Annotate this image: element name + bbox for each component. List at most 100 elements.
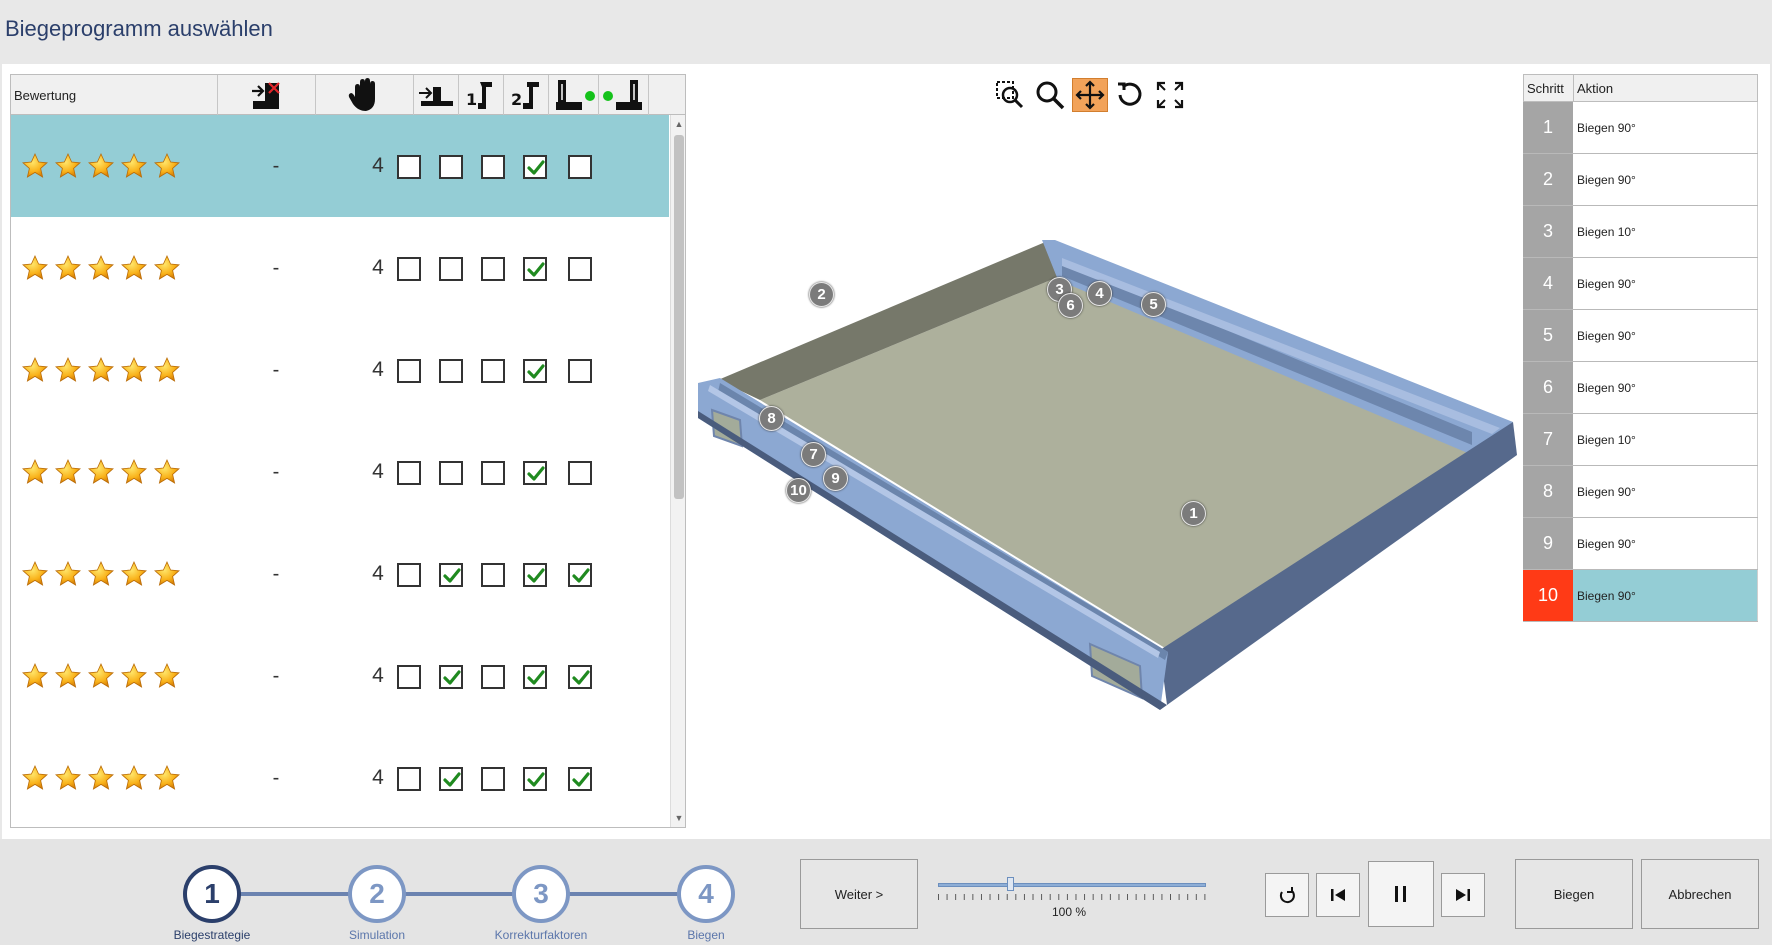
- option-checkbox[interactable]: [481, 359, 505, 383]
- star-icon: [87, 662, 115, 690]
- option-checkbox[interactable]: [523, 563, 547, 587]
- option-checkbox[interactable]: [439, 767, 463, 791]
- option-checkbox[interactable]: [439, 461, 463, 485]
- column-header-clamp-dot-left[interactable]: [599, 75, 649, 115]
- column-header-manual[interactable]: [316, 75, 414, 115]
- option-checkbox[interactable]: [481, 461, 505, 485]
- cancel-button[interactable]: Abbrechen: [1641, 859, 1759, 929]
- table-row[interactable]: -4: [11, 523, 669, 626]
- option-checkbox[interactable]: [397, 767, 421, 791]
- option-checkbox[interactable]: [523, 257, 547, 281]
- step-number: 1: [1523, 102, 1573, 153]
- star-icon: [54, 254, 82, 282]
- slider-handle[interactable]: [1007, 877, 1015, 891]
- step-row[interactable]: 10 Biegen 90°: [1523, 570, 1758, 622]
- option-checkbox[interactable]: [397, 155, 421, 179]
- option-checkbox[interactable]: [568, 257, 592, 281]
- pause-button[interactable]: [1368, 861, 1434, 927]
- step-row[interactable]: 1 Biegen 90°: [1523, 102, 1758, 154]
- wizard-step-1[interactable]: 1: [183, 865, 241, 923]
- star-icon: [87, 764, 115, 792]
- column-header-rating[interactable]: Bewertung: [11, 75, 218, 115]
- option-checkbox[interactable]: [481, 155, 505, 179]
- column-header-gripper2[interactable]: 2: [504, 75, 549, 115]
- bend-marker[interactable]: 9: [823, 466, 848, 491]
- step-action: Biegen 10°: [1573, 206, 1758, 257]
- scrollbar-thumb[interactable]: [674, 135, 684, 499]
- step-row[interactable]: 6 Biegen 90°: [1523, 362, 1758, 414]
- option-checkbox[interactable]: [397, 359, 421, 383]
- option-checkbox[interactable]: [397, 665, 421, 689]
- step-forward-button[interactable]: [1441, 873, 1485, 917]
- step-action: Biegen 10°: [1573, 414, 1758, 465]
- clamp-green-dot-icon: [555, 80, 595, 110]
- next-button[interactable]: Weiter >: [800, 859, 918, 929]
- option-checkbox[interactable]: [397, 257, 421, 281]
- step-row[interactable]: 8 Biegen 90°: [1523, 466, 1758, 518]
- option-checkbox[interactable]: [568, 665, 592, 689]
- bend-marker[interactable]: 10: [786, 478, 811, 503]
- bend-marker[interactable]: 6: [1058, 293, 1083, 318]
- option-checkbox[interactable]: [439, 155, 463, 179]
- 3d-viewer[interactable]: 1 2 3 4 5 6 7 8 9 10: [690, 68, 1520, 834]
- column-header-alignment[interactable]: [218, 75, 316, 115]
- step-back-button[interactable]: [1316, 873, 1360, 917]
- step-row[interactable]: 7 Biegen 10°: [1523, 414, 1758, 466]
- step-number: 6: [1523, 362, 1573, 413]
- bend-marker[interactable]: 2: [809, 282, 834, 307]
- option-checkbox[interactable]: [481, 767, 505, 791]
- alignment-value: -: [272, 665, 280, 687]
- option-checkbox[interactable]: [481, 665, 505, 689]
- table-row[interactable]: -4: [11, 217, 669, 320]
- table-row[interactable]: -4: [11, 727, 669, 827]
- scroll-down-icon[interactable]: ▼: [674, 813, 684, 823]
- option-checkbox[interactable]: [523, 461, 547, 485]
- star-icon: [87, 560, 115, 588]
- option-checkbox[interactable]: [568, 563, 592, 587]
- table-row[interactable]: -4: [11, 115, 669, 218]
- wizard-step-3[interactable]: 3: [512, 865, 570, 923]
- replay-button[interactable]: [1265, 873, 1309, 917]
- option-checkbox[interactable]: [568, 767, 592, 791]
- step-action: Biegen 90°: [1573, 102, 1758, 153]
- bend-marker[interactable]: 7: [801, 442, 826, 467]
- option-checkbox[interactable]: [568, 155, 592, 179]
- column-header-gripper1[interactable]: 1: [459, 75, 504, 115]
- step-row[interactable]: 2 Biegen 90°: [1523, 154, 1758, 206]
- option-checkbox[interactable]: [439, 665, 463, 689]
- option-checkbox[interactable]: [523, 155, 547, 179]
- option-checkbox[interactable]: [439, 257, 463, 281]
- option-checkbox[interactable]: [568, 461, 592, 485]
- option-checkbox[interactable]: [481, 257, 505, 281]
- column-header-push[interactable]: [414, 75, 459, 115]
- option-checkbox[interactable]: [439, 359, 463, 383]
- option-checkbox[interactable]: [397, 461, 421, 485]
- step-row[interactable]: 3 Biegen 10°: [1523, 206, 1758, 258]
- wizard-step-4[interactable]: 4: [677, 865, 735, 923]
- bend-marker[interactable]: 1: [1181, 501, 1206, 526]
- bend-marker[interactable]: 8: [759, 406, 784, 431]
- option-checkbox[interactable]: [397, 563, 421, 587]
- footer-bar: 1 Biegestrategie 2 Simulation 3 Korrekturfakt…: [0, 839, 1772, 945]
- table-scrollbar[interactable]: ▲ ▼: [670, 115, 685, 827]
- bend-marker[interactable]: 4: [1087, 281, 1112, 306]
- option-checkbox[interactable]: [439, 563, 463, 587]
- option-checkbox[interactable]: [523, 665, 547, 689]
- table-row[interactable]: -4: [11, 421, 669, 524]
- step-row[interactable]: 5 Biegen 90°: [1523, 310, 1758, 362]
- column-header-clamp-green[interactable]: [549, 75, 599, 115]
- step-row[interactable]: 4 Biegen 90°: [1523, 258, 1758, 310]
- star-icon: [153, 356, 181, 384]
- bend-button[interactable]: Biegen: [1515, 859, 1633, 929]
- bend-marker[interactable]: 5: [1141, 292, 1166, 317]
- step-row[interactable]: 9 Biegen 90°: [1523, 518, 1758, 570]
- option-checkbox[interactable]: [568, 359, 592, 383]
- option-checkbox[interactable]: [481, 563, 505, 587]
- table-row[interactable]: -4: [11, 319, 669, 422]
- table-row[interactable]: -4: [11, 625, 669, 728]
- scroll-up-icon[interactable]: ▲: [674, 119, 684, 129]
- option-checkbox[interactable]: [523, 359, 547, 383]
- wizard-step-2[interactable]: 2: [348, 865, 406, 923]
- option-checkbox[interactable]: [523, 767, 547, 791]
- rating-label: Bewertung: [14, 87, 77, 103]
